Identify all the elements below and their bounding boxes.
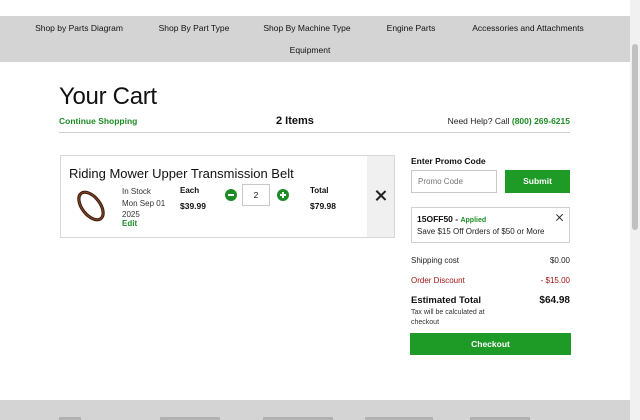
applied-promo-box: 15OFF50 - Applied Save $15 Off Orders of… xyxy=(411,207,570,243)
remove-column xyxy=(367,156,394,237)
ship-date: Mon Sep 01 xyxy=(122,198,166,208)
cart-item-card: Riding Mower Upper Transmission Belt In … xyxy=(60,155,395,238)
plus-icon-vertical xyxy=(282,192,284,198)
stock-status: In Stock xyxy=(122,187,151,196)
promo-submit-button[interactable]: Submit xyxy=(505,170,570,193)
edit-item-link[interactable]: Edit xyxy=(122,219,137,228)
estimated-total-label: Estimated Total xyxy=(411,295,482,306)
help-contact: Need Help? Call (800) 269-6215 xyxy=(448,116,570,126)
main-navigation: Shop by Parts Diagram Shop By Part Type … xyxy=(0,16,630,62)
site-footer xyxy=(0,400,630,420)
discount-label: Order Discount xyxy=(411,276,465,285)
checkout-button[interactable]: Checkout xyxy=(410,333,571,355)
tax-note: Tax will be calculated at checkout xyxy=(411,309,485,326)
applied-promo-code: 15OFF50 xyxy=(417,214,453,224)
cart-item-count: 2 Items xyxy=(276,115,314,127)
quantity-input[interactable] xyxy=(242,184,270,206)
help-phone-link[interactable]: (800) 269-6215 xyxy=(512,116,570,126)
belt-image[interactable] xyxy=(71,186,111,226)
nav-item-parts-diagram[interactable]: Shop by Parts Diagram xyxy=(35,23,123,33)
promo-code-input[interactable] xyxy=(411,170,497,193)
nav-item-machine-type[interactable]: Shop By Machine Type xyxy=(263,23,350,33)
page-title: Your Cart xyxy=(59,83,157,110)
header-divider xyxy=(59,132,570,133)
minus-icon xyxy=(228,194,234,196)
nav-item-part-type[interactable]: Shop By Part Type xyxy=(159,23,230,33)
help-text: Need Help? Call xyxy=(447,116,510,126)
continue-shopping-link[interactable]: Continue Shopping xyxy=(59,116,137,126)
total-label: Total xyxy=(310,186,329,195)
nav-item-equipment[interactable]: Equipment xyxy=(290,45,331,55)
estimated-total-value: $64.98 xyxy=(539,295,570,306)
each-label: Each xyxy=(180,186,200,195)
decrease-quantity-button[interactable] xyxy=(225,189,237,201)
stock-info: In Stock Mon Sep 01 2025 xyxy=(122,186,165,221)
promo-label: Enter Promo Code xyxy=(411,156,486,166)
nav-item-accessories[interactable]: Accessories and Attachments xyxy=(472,23,584,33)
each-price: $39.99 xyxy=(180,201,206,211)
product-name[interactable]: Riding Mower Upper Transmission Belt xyxy=(69,166,294,181)
nav-item-engine-parts[interactable]: Engine Parts xyxy=(387,23,436,33)
remove-item-button[interactable] xyxy=(373,188,388,203)
applied-promo-description: Save $15 Off Orders of $50 or More xyxy=(417,227,545,236)
shipping-value: $0.00 xyxy=(549,256,570,265)
page-scrollbar[interactable] xyxy=(630,0,640,420)
total-price: $79.98 xyxy=(310,201,336,211)
scrollbar-thumb[interactable] xyxy=(632,44,638,230)
applied-status: Applied xyxy=(460,217,487,224)
remove-promo-button[interactable] xyxy=(555,213,564,222)
discount-value: - $15.00 xyxy=(540,276,570,285)
increase-quantity-button[interactable] xyxy=(277,189,289,201)
applied-promo: 15OFF50 - Applied xyxy=(417,214,486,224)
shipping-label: Shipping cost xyxy=(411,256,460,265)
